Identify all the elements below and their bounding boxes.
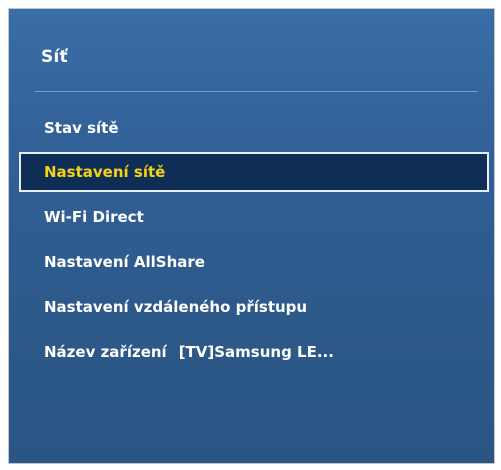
menu-item-remote-access-settings[interactable]: Nastavení vzdáleného přístupu xyxy=(19,287,489,327)
panel-title: Síť xyxy=(41,47,68,67)
menu-item-network-status[interactable]: Stav sítě xyxy=(19,108,489,148)
device-name-value: [TV]Samsung LE... xyxy=(178,343,334,361)
menu-item-label: Nastavení vzdáleného přístupu xyxy=(44,298,308,316)
menu-item-network-settings[interactable]: Nastavení sítě xyxy=(19,152,489,192)
menu-item-label: Nastavení AllShare xyxy=(44,253,205,271)
menu-item-label: Stav sítě xyxy=(44,119,119,137)
title-divider xyxy=(35,91,478,92)
menu-item-device-name[interactable]: Název zařízení [TV]Samsung LE... xyxy=(19,332,489,372)
menu-item-label: Nastavení sítě xyxy=(44,163,166,181)
menu-item-label: Název zařízení xyxy=(44,343,167,361)
network-menu-panel: Síť Stav sítě Nastavení sítě Wi-Fi Direc… xyxy=(8,8,495,464)
menu-item-label: Wi-Fi Direct xyxy=(44,208,144,226)
menu-item-allshare-settings[interactable]: Nastavení AllShare xyxy=(19,242,489,282)
menu-item-wifi-direct[interactable]: Wi-Fi Direct xyxy=(19,197,489,237)
